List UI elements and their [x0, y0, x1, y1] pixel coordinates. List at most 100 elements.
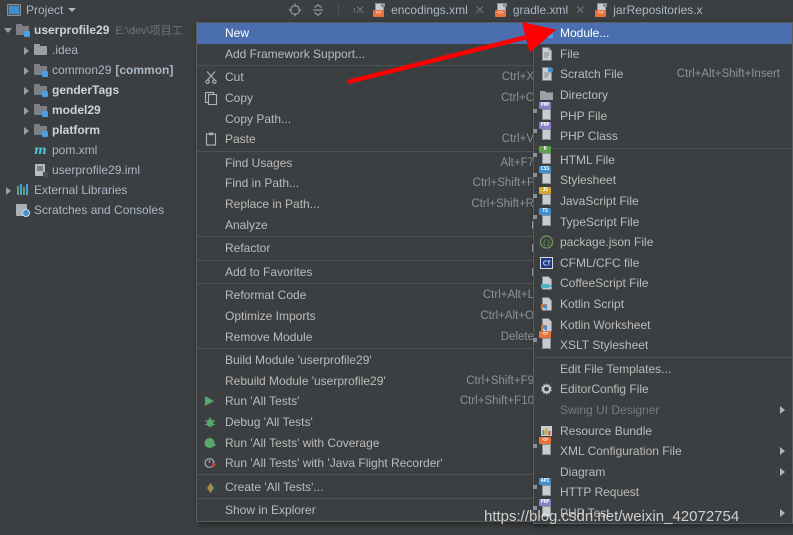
menu-item-label: Debug 'All Tests' — [225, 415, 544, 429]
submenu-item-resource-bundle[interactable]: Resource Bundle — [534, 420, 792, 441]
menu-item-create-all-tests[interactable]: Create 'All Tests'... — [197, 476, 544, 497]
tree-node-external-libraries[interactable]: External Libraries — [0, 180, 196, 200]
menu-item-replace-in-path[interactable]: Replace in Path... Ctrl+Shift+R — [197, 194, 544, 215]
submenu-item-packagejson-file[interactable]: {} package.json File — [534, 232, 792, 253]
menu-item-run-with-coverage[interactable]: Run 'All Tests' with Coverage — [197, 432, 544, 453]
editor-tab[interactable]: <> jarRepositories.x — [591, 0, 704, 20]
menu-item-new[interactable]: New — [197, 23, 544, 44]
tree-node-model29[interactable]: model29 — [0, 100, 196, 120]
submenu-item-typescript-file[interactable]: TS TypeScript File — [534, 211, 792, 232]
menu-item-label: Copy — [225, 91, 501, 105]
css-file-icon: CSS — [539, 173, 554, 187]
menu-item-copy-path[interactable]: Copy Path... — [197, 108, 544, 129]
submenu-item-php-file[interactable]: PHP PHP File — [534, 105, 792, 126]
menu-item-analyze[interactable]: Analyze — [197, 214, 544, 235]
submenu-item-editorconfig-file[interactable]: EditorConfig File — [534, 379, 792, 400]
submenu-item-label: HTML File — [560, 153, 792, 167]
tree-node-idea[interactable]: .idea — [0, 40, 196, 60]
menu-item-run-with-jfr[interactable]: Run 'All Tests' with 'Java Flight Record… — [197, 453, 544, 474]
menu-item-label: Reformat Code — [225, 288, 483, 302]
submenu-item-kotlin-worksheet[interactable]: Kotlin Worksheet — [534, 314, 792, 335]
menu-item-cut[interactable]: Cut Ctrl+X — [197, 67, 544, 88]
tree-node-label: pom.xml — [52, 143, 97, 157]
submenu-item-php-class[interactable]: PHP PHP Class — [534, 126, 792, 147]
chevron-right-icon — [780, 406, 785, 414]
expand-arrow-icon[interactable] — [22, 46, 31, 55]
submenu-item-scratch-file[interactable]: Scratch File Ctrl+Alt+Shift+Insert — [534, 64, 792, 85]
submenu-item-javascript-file[interactable]: JS JavaScript File — [534, 191, 792, 212]
editor-tab[interactable]: <> encodings.xml ✕ — [369, 0, 491, 20]
menu-item-find-in-path[interactable]: Find in Path... Ctrl+Shift+F — [197, 173, 544, 194]
submenu-item-html-file[interactable]: H HTML File — [534, 150, 792, 171]
paste-icon — [204, 132, 218, 146]
menu-item-add-to-favorites[interactable]: Add to Favorites — [197, 262, 544, 283]
menu-item-optimize-imports[interactable]: Optimize Imports Ctrl+Alt+O — [197, 306, 544, 327]
tree-node-scratches[interactable]: Scratches and Consoles — [0, 200, 196, 220]
menu-item-reformat-code[interactable]: Reformat Code Ctrl+Alt+L — [197, 285, 544, 306]
tree-node-userprofile29[interactable]: userprofile29 E:\dev\项目工 — [0, 20, 196, 40]
submenu-separator — [534, 357, 792, 358]
tree-node-label: userprofile29.iml — [52, 163, 140, 177]
submenu-item-coffeescript-file[interactable]: CoffeeScript File — [534, 273, 792, 294]
menu-item-debug-all-tests[interactable]: Debug 'All Tests' — [197, 412, 544, 433]
menu-item-rebuild-module[interactable]: Rebuild Module 'userprofile29' Ctrl+Shif… — [197, 371, 544, 392]
expand-arrow-icon[interactable] — [4, 186, 13, 195]
module-icon — [34, 63, 48, 77]
submenu-item-xml-configuration-file[interactable]: <> XML Configuration File — [534, 441, 792, 462]
tree-node-label: Scratches and Consoles — [34, 203, 164, 217]
submenu-item-stylesheet[interactable]: CSS Stylesheet — [534, 170, 792, 191]
locate-icon[interactable] — [288, 3, 302, 17]
folder-icon — [34, 43, 48, 57]
submenu-item-file[interactable]: File — [534, 44, 792, 65]
submenu-item-label: XML Configuration File — [560, 444, 792, 458]
menu-item-find-usages[interactable]: Find Usages Alt+F7 — [197, 153, 544, 174]
menu-item-copy[interactable]: Copy Ctrl+C — [197, 88, 544, 109]
submenu-item-xslt-stylesheet[interactable]: <> XSLT Stylesheet — [534, 335, 792, 356]
xml-file-icon: <> — [373, 3, 386, 17]
menu-item-label: Paste — [225, 132, 502, 146]
chevron-down-icon[interactable] — [68, 8, 76, 12]
menu-item-label: Analyze — [225, 218, 544, 232]
menu-item-refactor[interactable]: Refactor — [197, 238, 544, 259]
close-icon[interactable]: ✕ — [573, 3, 589, 17]
menu-separator — [197, 65, 544, 66]
expand-arrow-icon[interactable] — [22, 126, 31, 135]
submenu-item-diagram[interactable]: Diagram — [534, 461, 792, 482]
submenu-item-edit-file-templates[interactable]: Edit File Templates... — [534, 359, 792, 380]
tool-window-header[interactable]: Project — [0, 0, 196, 20]
submenu-item-cfml-file[interactable]: Cf CFML/CFC file — [534, 253, 792, 274]
submenu-item-kotlin-script[interactable]: Kotlin Script — [534, 294, 792, 315]
submenu-item-http-request[interactable]: API HTTP Request — [534, 482, 792, 503]
project-tree[interactable]: userprofile29 E:\dev\项目工 .idea common29 … — [0, 20, 196, 535]
submenu-item-swing-ui-designer[interactable]: Swing UI Designer — [534, 400, 792, 421]
submenu-item-label: PHP Class — [560, 129, 792, 143]
close-icon[interactable]: ✕ — [473, 3, 489, 17]
tree-node-iml[interactable]: userprofile29.iml — [0, 160, 196, 180]
expand-arrow-icon[interactable] — [22, 106, 31, 115]
javascript-file-icon: JS — [539, 194, 554, 208]
menu-item-label: Replace in Path... — [225, 197, 471, 211]
coverage-icon — [204, 437, 217, 449]
submenu-item-label: Kotlin Script — [560, 297, 792, 311]
expand-arrow-icon[interactable] — [4, 26, 13, 35]
expand-arrow-icon[interactable] — [22, 66, 31, 75]
tree-node-common29[interactable]: common29 [common] — [0, 60, 196, 80]
tree-node-platform[interactable]: platform — [0, 120, 196, 140]
context-menu[interactable]: New Add Framework Support... Cut Ctrl+X … — [196, 22, 545, 522]
tree-node-label: genderTags — [52, 83, 119, 97]
collapse-all-icon[interactable] — [311, 3, 325, 17]
submenu-item-directory[interactable]: Directory — [534, 85, 792, 106]
svg-text:{}: {} — [542, 239, 551, 247]
menu-item-paste[interactable]: Paste Ctrl+V — [197, 129, 544, 150]
tab-overflow-close-icon[interactable]: ✕ — [355, 3, 369, 17]
editor-tab[interactable]: <> gradle.xml ✕ — [491, 0, 591, 20]
tree-node-gendertags[interactable]: genderTags — [0, 80, 196, 100]
menu-item-build-module[interactable]: Build Module 'userprofile29' — [197, 350, 544, 371]
menu-item-run-all-tests[interactable]: Run 'All Tests' Ctrl+Shift+F10 — [197, 391, 544, 412]
menu-item-add-framework-support[interactable]: Add Framework Support... — [197, 44, 544, 65]
new-submenu[interactable]: Module... File Scratch File Ctrl+Alt+Shi… — [533, 22, 793, 524]
submenu-item-module[interactable]: Module... — [534, 23, 792, 44]
tree-node-pom-xml[interactable]: m pom.xml — [0, 140, 196, 160]
expand-arrow-icon[interactable] — [22, 86, 31, 95]
menu-item-remove-module[interactable]: Remove Module Delete — [197, 326, 544, 347]
